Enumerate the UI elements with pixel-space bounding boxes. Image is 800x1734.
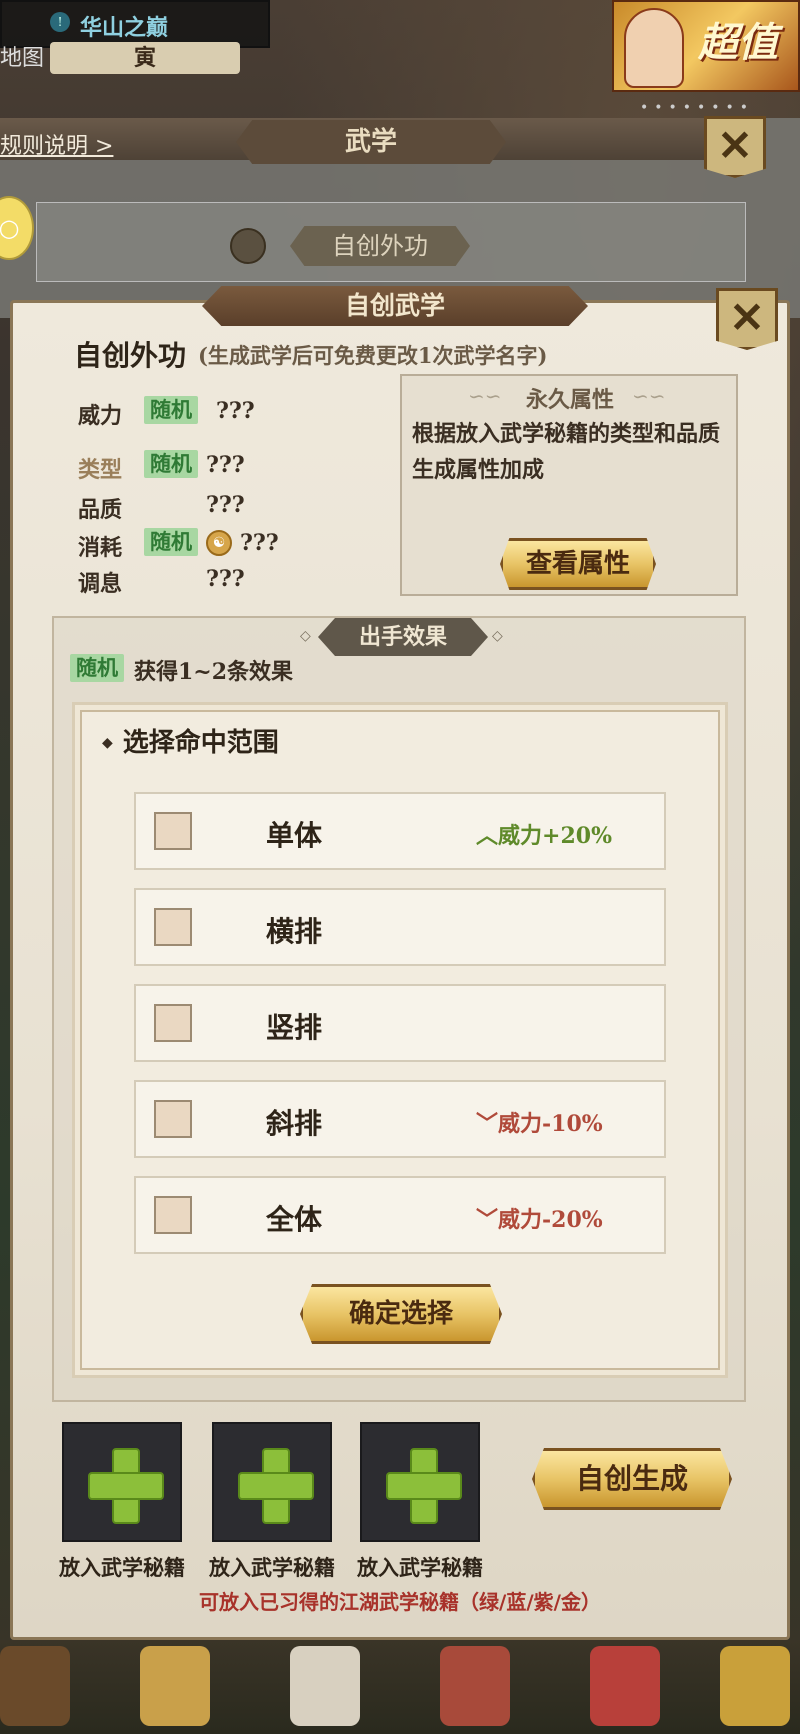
attr-quality-value: ???	[206, 492, 245, 518]
skill-rename-note: (生成武学后可免费更改1次武学名字)	[198, 343, 548, 368]
permanent-attribute-title: 永久属性	[525, 387, 614, 413]
random-tag: 随机	[70, 654, 124, 682]
arrow-up-icon: ︿	[476, 823, 499, 849]
close-icon[interactable]: ✕	[716, 288, 778, 350]
checkbox[interactable]	[154, 1196, 192, 1234]
range-option-label: 竖排	[266, 1011, 323, 1044]
diamond-ornament-icon: ◇	[492, 628, 503, 644]
attr-quality-label: 品质	[78, 497, 123, 523]
shop-icon[interactable]	[720, 1646, 790, 1726]
bag-icon[interactable]	[140, 1646, 210, 1726]
back-panel-title: 武学	[236, 120, 506, 164]
cloud-ornament-icon: ∽∽	[632, 384, 666, 408]
attr-breath-label: 调息	[78, 571, 123, 597]
confirm-selection-button[interactable]: 确定选择	[300, 1284, 502, 1344]
book-icon[interactable]	[290, 1646, 360, 1726]
back-close-icon[interactable]: ✕	[704, 116, 766, 178]
scroll-icon[interactable]	[590, 1646, 660, 1726]
permanent-attribute-description: 根据放入武学秘籍的类型和品质生成属性加成	[412, 421, 721, 483]
attr-type-value: ???	[206, 452, 245, 478]
range-option-label: 单体	[266, 819, 323, 852]
time-label: 寅	[133, 45, 156, 71]
manual-slot-2[interactable]	[212, 1422, 332, 1542]
checkbox[interactable]	[154, 1004, 192, 1042]
skill-type-icon	[230, 228, 266, 264]
plus-icon	[386, 1448, 462, 1524]
rules-link[interactable]: 规则说明 >	[0, 128, 113, 160]
info-icon[interactable]: !	[50, 12, 70, 32]
carousel-dots: ••••••••	[640, 100, 755, 116]
range-option-single[interactable]: 单体 ︿威力+20%	[134, 792, 666, 870]
slot-label: 放入武学秘籍	[59, 1555, 185, 1580]
range-option-all[interactable]: 全体 ﹀威力-20%	[134, 1176, 666, 1254]
plus-icon	[88, 1448, 164, 1524]
power-penalty: ﹀威力-10%	[476, 1111, 603, 1137]
skill-name: 自创外功	[74, 339, 187, 372]
hat-icon[interactable]	[0, 1646, 70, 1726]
range-option-diagonal[interactable]: 斜排 ﹀威力-10%	[134, 1080, 666, 1158]
manual-slot-1[interactable]	[62, 1422, 182, 1542]
random-tag: 随机	[144, 528, 198, 556]
panel-title: 自创武学	[202, 286, 588, 326]
energy-icon: ☯	[206, 530, 232, 556]
promo-banner[interactable]: 超值	[612, 0, 800, 92]
map-label[interactable]: 地图	[0, 40, 44, 72]
range-option-column[interactable]: 竖排	[134, 984, 666, 1062]
slot-label: 放入武学秘籍	[357, 1555, 483, 1580]
plus-icon	[238, 1448, 314, 1524]
range-option-row[interactable]: 横排	[134, 888, 666, 966]
attr-cost-label: 消耗	[78, 535, 123, 561]
slot-label: 放入武学秘籍	[209, 1555, 335, 1580]
back-sub-title: 自创外功	[290, 226, 470, 266]
range-option-label: 全体	[266, 1203, 323, 1236]
cloud-ornament-icon: ∽∽	[468, 384, 502, 408]
generate-button[interactable]: 自创生成	[532, 1448, 732, 1510]
random-tag: 随机	[144, 396, 198, 424]
checkbox[interactable]	[154, 1100, 192, 1138]
time-indicator: 寅	[50, 42, 240, 74]
bottom-nav-bar	[0, 1640, 800, 1734]
attr-type-label: 类型	[78, 457, 123, 483]
attr-breath-value: ???	[206, 566, 245, 592]
checkbox[interactable]	[154, 812, 192, 850]
effect-description: 获得1~2条效果	[134, 659, 294, 685]
character-portrait-icon	[624, 8, 684, 88]
view-attributes-button[interactable]: 查看属性	[500, 538, 656, 590]
range-option-label: 横排	[266, 915, 323, 948]
effect-title: 出手效果	[318, 618, 488, 656]
attr-cost-value: ???	[240, 530, 279, 556]
range-title: 选择命中范围	[102, 722, 279, 759]
attr-power-value: ???	[216, 398, 255, 424]
drum-icon[interactable]	[440, 1646, 510, 1726]
random-tag: 随机	[144, 450, 198, 478]
promo-text: 超值	[698, 19, 778, 66]
power-penalty: ﹀威力-20%	[476, 1207, 603, 1233]
power-bonus: ︿威力+20%	[476, 823, 612, 849]
location-name: 华山之巅	[80, 15, 169, 41]
attr-power-label: 威力	[78, 403, 123, 429]
slot-hint: 可放入已习得的江湖武学秘籍（绿/蓝/紫/金）	[199, 1590, 601, 1614]
diamond-ornament-icon: ◇	[300, 628, 311, 644]
checkbox[interactable]	[154, 908, 192, 946]
arrow-down-icon: ﹀	[476, 1111, 499, 1137]
arrow-down-icon: ﹀	[476, 1207, 499, 1233]
range-option-label: 斜排	[266, 1107, 323, 1140]
manual-slot-3[interactable]	[360, 1422, 480, 1542]
